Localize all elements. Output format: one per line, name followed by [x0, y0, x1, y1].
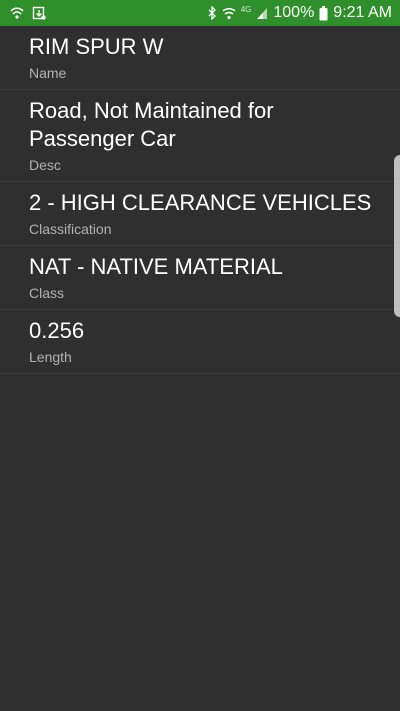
status-bar-right: 4G 100% 9:21 AM	[207, 5, 392, 21]
attribute-label: Desc	[29, 157, 61, 173]
battery-icon	[319, 5, 328, 21]
status-time: 9:21 AM	[333, 4, 392, 21]
attribute-row-length: 0.256 Length	[0, 310, 400, 374]
attribute-label: Name	[29, 65, 67, 81]
attribute-row-desc: Road, Not Maintained for Passenger Car D…	[0, 90, 400, 182]
feature-attributes-list: RIM SPUR W Name Road, Not Maintained for…	[0, 26, 400, 711]
attribute-value: 0.256	[29, 318, 85, 343]
status-bar: 4G 100% 9:21 AM	[0, 0, 400, 26]
wifi-icon	[222, 7, 236, 20]
attribute-value: NAT - NATIVE MATERIAL	[29, 254, 283, 279]
status-bar-left	[10, 6, 46, 20]
battery-percent: 100%	[273, 4, 315, 21]
attribute-value: RIM SPUR W	[29, 34, 164, 59]
attribute-row-class: NAT - NATIVE MATERIAL Class	[0, 246, 400, 310]
attribute-row-name: RIM SPUR W Name	[0, 26, 400, 90]
attribute-label: Classification	[29, 221, 112, 237]
bluetooth-icon	[207, 6, 217, 20]
network-type-label: 4G	[240, 5, 252, 14]
attribute-label: Class	[29, 285, 65, 301]
signal-icon	[256, 7, 268, 20]
attribute-value: Road, Not Maintained for Passenger Car	[29, 98, 274, 151]
attribute-row-classification: 2 - HIGH CLEARANCE VEHICLES Classificati…	[0, 182, 400, 246]
attribute-value: 2 - HIGH CLEARANCE VEHICLES	[29, 190, 372, 215]
wifi-hotspot-icon	[10, 6, 24, 20]
attribute-label: Length	[29, 349, 72, 365]
edge-panel-handle[interactable]	[394, 155, 400, 317]
download-notification-icon	[32, 6, 46, 20]
